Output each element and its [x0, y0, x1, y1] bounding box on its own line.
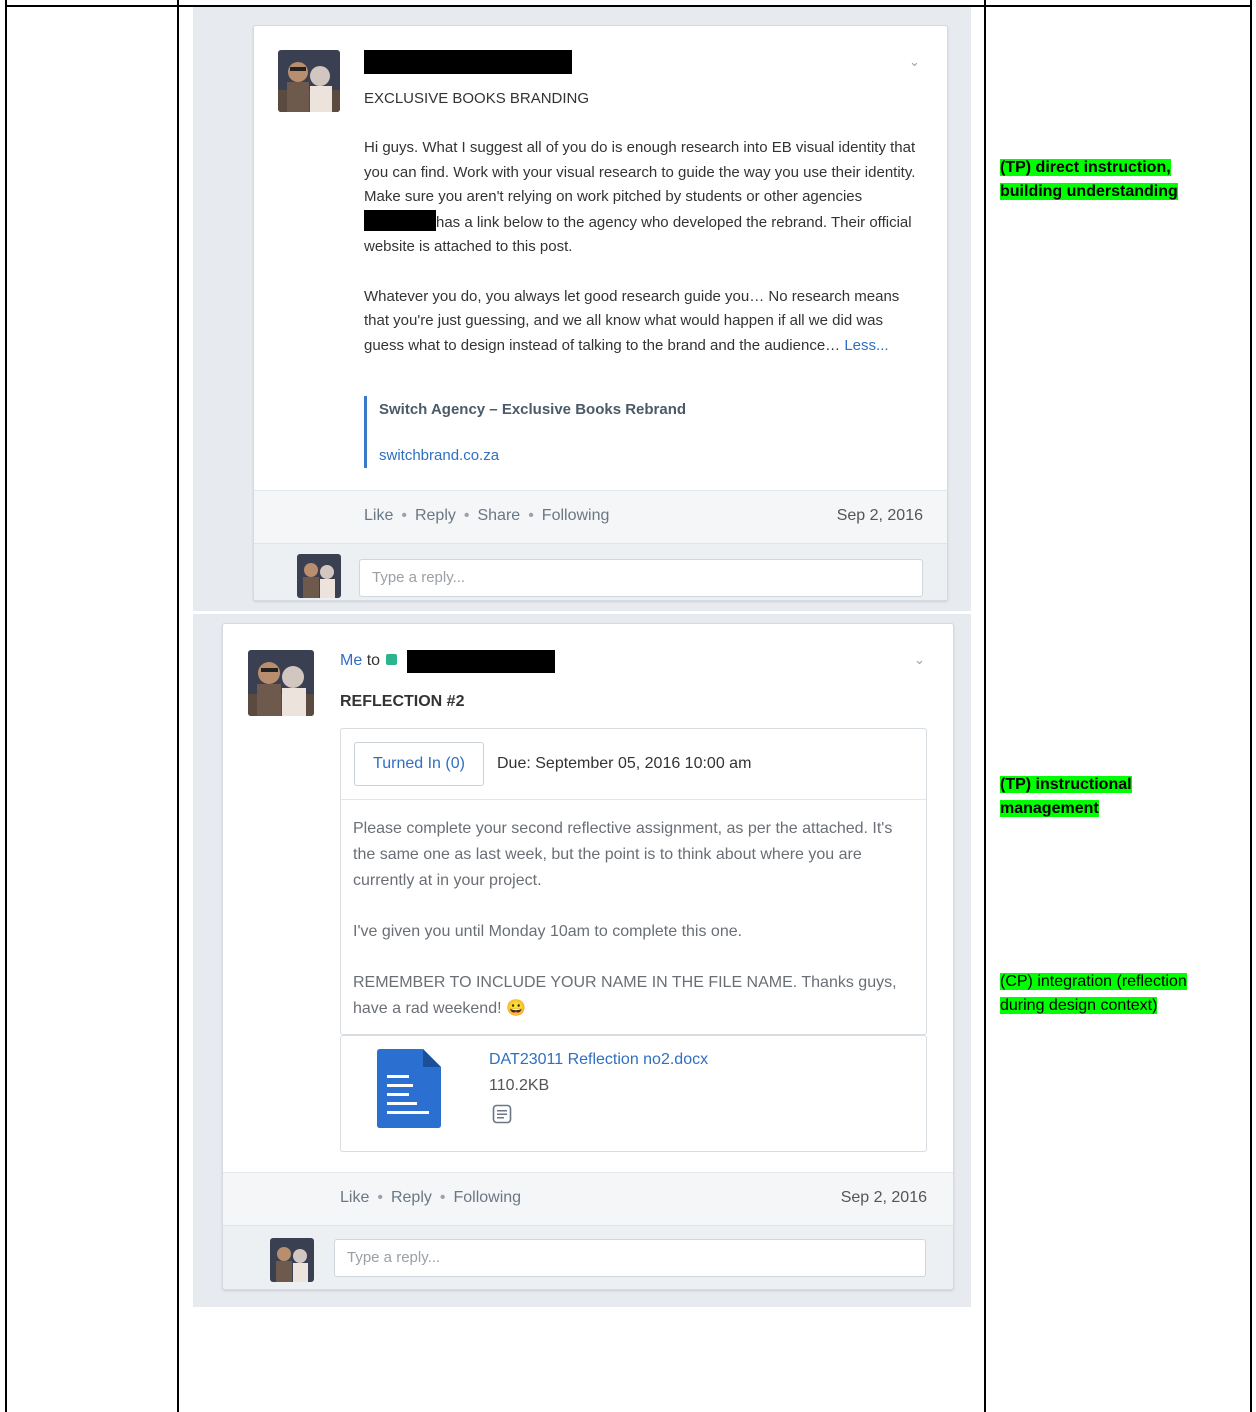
assignment-divider: [341, 799, 926, 800]
avatar: [278, 50, 340, 112]
reply-link[interactable]: Reply: [415, 507, 456, 524]
attachment-filename[interactable]: DAT23011 Reflection no2.docx: [489, 1051, 708, 1069]
attachment[interactable]: DAT23011 Reflection no2.docx 110.2KB: [340, 1035, 927, 1152]
reply-input[interactable]: Type a reply...: [359, 559, 923, 597]
sender-link[interactable]: Me: [340, 652, 362, 669]
turned-in-button[interactable]: Turned In (0): [354, 742, 484, 786]
assignment-paragraph-2: I've given you until Monday 10am to comp…: [353, 923, 743, 940]
chevron-down-icon[interactable]: ⌄: [909, 54, 920, 70]
screenshot-panel-1: ⌄ EXCLUSIVE BOOKS BRANDING Hi guys. What…: [193, 7, 971, 611]
assignment-body: Please complete your second reflective a…: [353, 816, 913, 1022]
link-preview-title[interactable]: Switch Agency – Exclusive Books Rebrand: [379, 401, 686, 418]
redacted-author-name: [364, 50, 572, 74]
like-link[interactable]: Like: [340, 1189, 369, 1206]
reply-bar: Type a reply...: [223, 1225, 953, 1289]
share-link[interactable]: Share: [477, 507, 520, 524]
table-border-left: [5, 0, 7, 1412]
post-paragraph-1: Hi guys. What I suggest all of you do is…: [364, 139, 916, 255]
post-actions: Like • Reply • Following: [340, 1189, 522, 1206]
grin-emoji: 😀: [506, 1000, 526, 1017]
following-link[interactable]: Following: [542, 507, 610, 524]
post-title: EXCLUSIVE BOOKS BRANDING: [364, 90, 590, 107]
reply-link[interactable]: Reply: [391, 1189, 432, 1206]
attachment-size: 110.2KB: [489, 1077, 550, 1094]
post-card-2: Me to ⌄ REFLECTION #2 Turned In (0) Due:…: [222, 623, 954, 1290]
post-date: Sep 2, 2016: [836, 507, 923, 524]
following-link[interactable]: Following: [453, 1189, 521, 1206]
post-actions: Like • Reply • Share • Following: [364, 507, 610, 524]
annotation-direct-instruction: (TP) direct instruction, building underst…: [1000, 159, 1178, 200]
post-body: Hi guys. What I suggest all of you do is…: [364, 136, 926, 383]
reply-input[interactable]: Type a reply...: [334, 1239, 926, 1277]
screenshot-panel-2: Me to ⌄ REFLECTION #2 Turned In (0) Due:…: [193, 614, 971, 1307]
redacted-group-name: [407, 650, 555, 673]
table-border-col1: [177, 0, 179, 1412]
post-footer: Like • Reply • Share • Following Sep 2, 2016: [254, 490, 947, 543]
assignment-box: Turned In (0) Due: September 05, 2016 10…: [340, 728, 927, 1035]
link-preview[interactable]: Switch Agency – Exclusive Books Rebrand …: [364, 396, 767, 468]
assignment-paragraph-1: Please complete your second reflective a…: [353, 820, 893, 889]
chevron-down-icon[interactable]: ⌄: [914, 652, 925, 668]
preview-icon[interactable]: [492, 1104, 512, 1124]
redacted-name: [364, 209, 436, 231]
group-icon: [386, 654, 398, 665]
post-date: Sep 2, 2016: [840, 1189, 927, 1206]
annotation-integration: (CP) integration (reflection during desig…: [1000, 973, 1187, 1014]
annotation-instructional-management: (TP) instructional management: [1000, 776, 1132, 817]
post-footer: Like • Reply • Following Sep 2, 2016: [223, 1172, 953, 1225]
post-card-1: ⌄ EXCLUSIVE BOOKS BRANDING Hi guys. What…: [253, 25, 948, 601]
post-recipients: Me to: [340, 652, 398, 670]
avatar: [248, 650, 314, 716]
like-link[interactable]: Like: [364, 507, 393, 524]
table-border-col2: [984, 0, 986, 1412]
reply-avatar: [297, 554, 341, 598]
post-paragraph-2: Whatever you do, you always let good res…: [364, 287, 900, 354]
assignment-paragraph-3: REMEMBER TO INCLUDE YOUR NAME IN THE FIL…: [353, 974, 897, 1017]
less-link[interactable]: Less...: [844, 337, 888, 354]
table-border-right: [1250, 0, 1252, 1412]
reply-avatar: [270, 1238, 314, 1282]
reply-bar: Type a reply...: [254, 543, 947, 600]
assignment-title: REFLECTION #2: [340, 693, 465, 710]
due-date: Due: September 05, 2016 10:00 am: [497, 755, 752, 772]
doc-file-icon: [377, 1049, 441, 1128]
link-preview-url[interactable]: switchbrand.co.za: [379, 447, 499, 464]
